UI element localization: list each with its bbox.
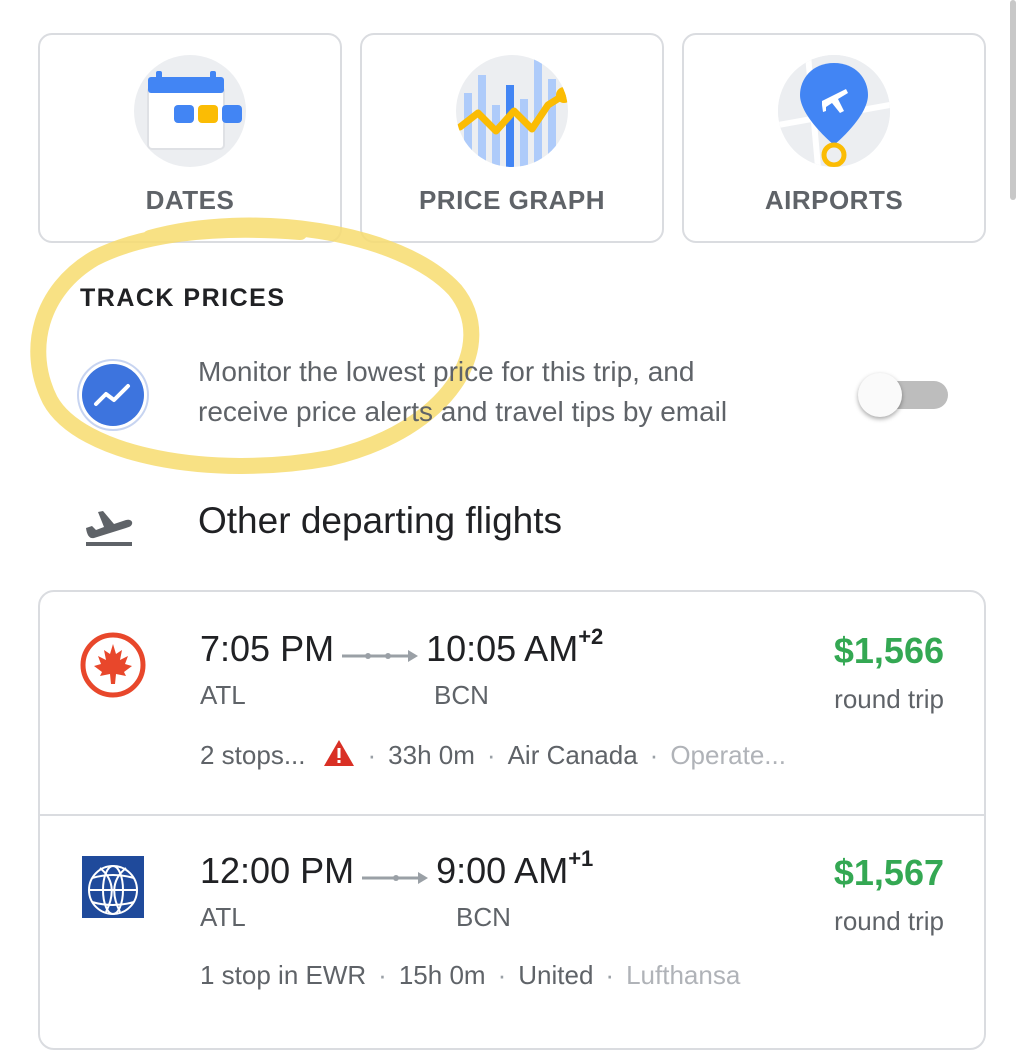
departure-time: 7:05 PM (200, 628, 335, 669)
flight-times: 7:05 PM 10:05 AM+2 (200, 624, 603, 672)
origin-code: ATL (200, 902, 246, 932)
separator-dot: · (486, 740, 496, 770)
track-prices-heading: TRACK PRICES (80, 284, 286, 312)
track-prices-description: Monitor the lowest price for this trip, … (198, 356, 728, 427)
route-arrow-icon (340, 630, 420, 672)
duration: 15h 0m (398, 960, 486, 990)
flight-takeoff-icon (86, 511, 133, 546)
operated-by: Lufthansa (626, 960, 741, 990)
other-departing-flights-heading: Other departing flights (198, 500, 563, 541)
warning-icon (322, 738, 356, 775)
destination-code: BCN (434, 680, 489, 710)
trip-type: round trip (834, 684, 944, 714)
separator-dot: · (649, 740, 659, 770)
arrival-time: 9:00 AM (436, 850, 569, 891)
united-globe-icon (82, 856, 144, 918)
airline-name: United (518, 960, 594, 990)
page-scrollbar[interactable] (1010, 0, 1016, 200)
airports-tile[interactable]: AIRPORTS (682, 33, 986, 243)
air-canada-maple-leaf-icon (80, 632, 146, 698)
flight-price: $1,566 (833, 630, 944, 671)
calendar-icon (134, 55, 246, 167)
operated-by: Operate... (670, 740, 786, 770)
stops-info: 2 stops... (200, 740, 306, 770)
flight-details: 2 stops... · 33h 0m · Air Canada · Operate... (200, 738, 786, 775)
flight-details: 1 stop in EWR · 15h 0m · United · Lufthansa (200, 960, 740, 991)
departure-time: 12:00 PM (200, 850, 355, 891)
route-arrow-icon (360, 852, 430, 894)
duration: 33h 0m (388, 740, 475, 770)
tile-label-price-graph: PRICE GRAPH (418, 185, 606, 215)
flights-list: 7:05 PM 10:05 AM+2 ATL BCN $1,566 round t… (38, 590, 986, 1050)
destination-code: BCN (456, 902, 511, 932)
separator-dot: · (605, 960, 615, 990)
day-offset: +2 (578, 624, 604, 649)
day-offset: +1 (568, 846, 594, 871)
separator-dot: · (367, 740, 377, 770)
price-trend-icon (77, 359, 149, 431)
tile-label-dates: DATES (145, 185, 235, 215)
separator-dot: · (378, 960, 387, 990)
airport-pin-icon (778, 55, 890, 167)
flight-times: 12:00 PM 9:00 AM+1 (200, 846, 593, 894)
trip-type: round trip (834, 906, 944, 936)
track-prices-toggle[interactable] (858, 373, 950, 417)
tile-label-airports: AIRPORTS (764, 185, 904, 215)
stops-info: 1 stop in EWR (200, 960, 367, 990)
separator-dot: · (497, 960, 507, 990)
origin-code: ATL (200, 680, 246, 710)
price-graph-icon (456, 55, 568, 167)
arrival-time: 10:05 AM (426, 628, 579, 669)
flight-row[interactable]: 7:05 PM 10:05 AM+2 ATL BCN $1,566 round t… (40, 592, 984, 816)
price-graph-tile[interactable]: PRICE GRAPH (360, 33, 664, 243)
flight-row[interactable]: 12:00 PM 9:00 AM+1 ATL BCN $1,567 round t… (40, 814, 984, 1036)
dates-tile[interactable]: DATES (38, 33, 342, 243)
airline-name: Air Canada (507, 740, 638, 770)
flight-price: $1,567 (833, 852, 944, 893)
toggle-knob (858, 373, 902, 417)
